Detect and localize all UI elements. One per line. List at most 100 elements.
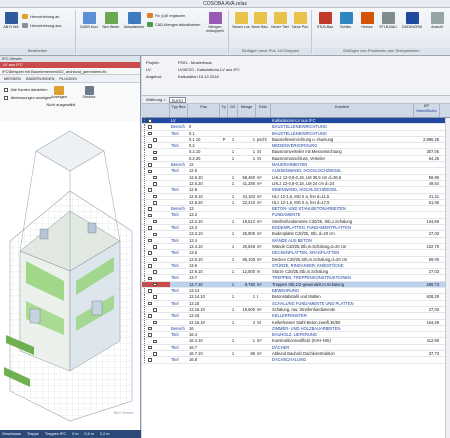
table-row[interactable]: Titel 16.8 DACHSCHALUNG — [142, 357, 450, 364]
cell-oz: 1 — [231, 218, 235, 224]
checkbox-icon[interactable] — [148, 125, 152, 129]
cad-mengen-button[interactable]: CAD-Mengen aktualisieren — [147, 22, 200, 27]
cell-txt: Streifenfundamente C20/25, Stb,o.Schalun… — [272, 218, 353, 224]
checkbox-icon[interactable] — [148, 188, 152, 192]
option-kanten[interactable]: Alle Kanten darstellen — [4, 88, 47, 92]
datanorm-button[interactable]: DATANORM — [399, 12, 425, 29]
cell-tp — [220, 219, 228, 224]
checkbox-icon[interactable] — [153, 219, 157, 224]
checkbox-icon[interactable] — [148, 144, 152, 148]
checkbox-icon[interactable] — [148, 301, 152, 306]
tree-toggle — [142, 199, 170, 206]
cell-ep: 37,73 — [428, 350, 439, 356]
checkbox-icon[interactable] — [148, 226, 152, 230]
anzeigen-button[interactable]: Anzeigen — [48, 86, 70, 99]
neues-los-button[interactable]: Neues Los — [232, 12, 250, 29]
tree-line-icon — [144, 180, 145, 187]
checkbox-icon[interactable] — [148, 213, 152, 218]
option-abmessungen[interactable]: Abmessungen anzeigen — [4, 96, 51, 100]
checkbox-icon[interactable] — [153, 150, 157, 155]
checkbox-icon[interactable] — [148, 163, 152, 167]
cell-typ — [170, 149, 188, 154]
checkbox-icon[interactable] — [148, 264, 152, 268]
hervorhebung-an-button[interactable]: Hervorhebung an — [22, 14, 59, 19]
cell-eh — [256, 206, 271, 211]
checkbox-icon[interactable] — [148, 131, 152, 136]
checkbox-icon[interactable] — [148, 276, 152, 281]
schaetz-button[interactable]: Schätz. — [336, 12, 356, 29]
cell-pos: 16.7.10 — [189, 350, 203, 356]
checkbox-icon[interactable] — [148, 358, 152, 362]
aktualisieren-button[interactable]: Aktualisieren — [123, 12, 145, 29]
checkbox-icon[interactable] — [153, 156, 157, 161]
cell-typ: Titel — [171, 300, 179, 306]
abna-button[interactable]: AB·N WA — [2, 12, 20, 29]
checkbox-icon[interactable] — [148, 314, 152, 318]
currency-select[interactable]: EURO — [168, 96, 187, 103]
checkbox-icon[interactable] — [153, 175, 157, 180]
checkbox-icon[interactable] — [148, 207, 152, 211]
checkbox-icon[interactable] — [148, 333, 152, 337]
hervorhebung-aus-button[interactable]: Hervorhebung aus — [22, 23, 61, 28]
cell-eh — [256, 301, 271, 306]
nicht-ausgewaehlt-button[interactable]: Nicht ausgewählt — [46, 103, 76, 107]
checkbox-icon[interactable] — [153, 308, 157, 312]
checkbox-icon[interactable] — [153, 194, 157, 199]
checkbox-icon[interactable] — [148, 345, 152, 350]
checkbox-icon[interactable] — [153, 270, 157, 274]
checkbox-icon[interactable] — [153, 201, 157, 205]
checkbox-icon[interactable] — [153, 182, 157, 186]
cell-pos: 16.4.10 — [189, 338, 203, 344]
neue-pos-button[interactable]: Neue Pos. — [291, 12, 310, 29]
vertical-scrollbar[interactable] — [445, 118, 450, 438]
checkbox-icon[interactable] — [153, 352, 157, 356]
ribbon-group-daten: GAEB Kurz Neu Bieter Aktualisieren Fix (… — [77, 10, 229, 54]
cell-tp — [220, 301, 228, 306]
cell-pos — [188, 118, 220, 123]
neue-bau-button[interactable]: Neue Bau. — [251, 12, 269, 29]
cell-typ — [170, 338, 188, 343]
checkbox-icon[interactable] — [153, 232, 157, 237]
angebot-value: Kalkulation 15.12.2018 — [178, 74, 219, 79]
mengen-entkoppeln-button[interactable]: Mengen entkoppeln — [203, 12, 227, 33]
cell-ep: 27,03 — [428, 306, 439, 312]
checkbox-icon[interactable] — [148, 251, 152, 255]
checkbox-icon[interactable] — [153, 320, 157, 325]
checkbox-icon[interactable] — [153, 339, 157, 344]
checkbox-icon[interactable] — [153, 138, 157, 142]
heinze-button[interactable]: Heinze — [357, 12, 377, 29]
cell-typ: Titel — [171, 187, 179, 193]
cell-mg: 15,600 — [242, 306, 255, 312]
checkbox-icon[interactable] — [153, 245, 157, 249]
cell-mg: 12,500 — [242, 269, 255, 275]
cell-tp — [220, 118, 228, 123]
checkbox-icon[interactable] — [148, 119, 152, 123]
gaeb-kurz-button[interactable]: GAEB Kurz — [79, 12, 99, 29]
cell-pos: 13.4.10 — [189, 243, 203, 249]
cell-pos: 12.6.20 — [189, 180, 203, 186]
tab-messen[interactable]: MESSEN — [4, 75, 21, 82]
tab-plugins[interactable]: PLUGINS — [59, 75, 77, 82]
checkbox-icon[interactable] — [148, 326, 152, 331]
cell-tp — [220, 294, 228, 299]
fix-ergaenzen-button[interactable]: Fix (o)E ergänzen — [147, 13, 185, 18]
neuer-titel-button[interactable]: Neuer Titel — [270, 12, 290, 29]
checkbox-icon[interactable] — [153, 295, 157, 299]
checkbox-icon[interactable] — [153, 282, 157, 287]
ansicht-button[interactable]: Ansicht — [427, 12, 447, 29]
checkbox-icon[interactable] — [153, 257, 157, 262]
tab-aenderungen[interactable]: ÄNDERUNGEN — [26, 75, 54, 82]
checkbox-icon[interactable] — [148, 169, 152, 174]
tree-line-icon — [144, 269, 145, 275]
checkbox-icon[interactable] — [148, 238, 152, 243]
cell-eh — [256, 238, 271, 243]
struktur-button[interactable]: Struktur — [80, 86, 98, 99]
stlb-bau2-button[interactable]: STLB-BAU — [378, 12, 398, 29]
cell-ep: 307,05 — [426, 149, 439, 155]
cell-mg — [238, 206, 256, 211]
neu-bieter-button[interactable]: Neu Bieter — [101, 12, 121, 29]
building-3d-view[interactable]: BIM Viewer — [0, 121, 140, 427]
stlb-bau-button[interactable]: STLB-Bau — [315, 12, 335, 29]
cell-tp: P — [222, 136, 226, 142]
checkbox-icon[interactable] — [148, 289, 152, 293]
